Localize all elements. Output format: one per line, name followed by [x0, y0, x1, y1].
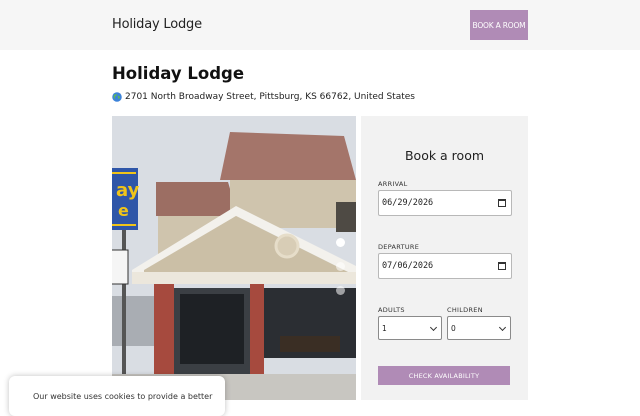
- property-address: 2701 North Broadway Street, Pittsburg, K…: [112, 92, 415, 102]
- svg-text:e: e: [118, 201, 129, 220]
- booking-panel: Book a room ARRIVAL 06/29/2026 DEPARTURE…: [361, 116, 528, 400]
- chevron-down-icon: [498, 323, 507, 332]
- chevron-down-icon: [429, 323, 438, 332]
- arrival-label: ARRIVAL: [378, 180, 408, 188]
- carousel-dot-2[interactable]: [336, 262, 345, 271]
- calendar-icon[interactable]: [498, 199, 506, 207]
- cookie-banner: Our website uses cookies to provide a be…: [9, 376, 225, 416]
- children-value: 0: [451, 323, 456, 333]
- departure-label: DEPARTURE: [378, 243, 420, 251]
- svg-text:ay: ay: [116, 180, 140, 201]
- arrival-date-value: 06/29/2026: [382, 198, 434, 208]
- book-room-button[interactable]: BOOK A ROOM: [470, 10, 528, 40]
- departure-date-input[interactable]: 07/06/2026: [378, 253, 512, 279]
- brand-logo[interactable]: Holiday Lodge: [112, 17, 202, 32]
- carousel-dot-3[interactable]: [336, 286, 345, 295]
- children-label: CHILDREN: [447, 306, 483, 314]
- calendar-icon[interactable]: [498, 262, 506, 270]
- arrival-date-input[interactable]: 06/29/2026: [378, 190, 512, 216]
- page-title: Holiday Lodge: [112, 64, 245, 83]
- top-navbar: Holiday Lodge BOOK A ROOM: [0, 0, 640, 50]
- adults-value: 1: [382, 323, 387, 333]
- children-select[interactable]: 0: [447, 316, 511, 340]
- check-availability-button[interactable]: CHECK AVAILABILITY: [378, 366, 510, 385]
- adults-label: ADULTS: [378, 306, 405, 314]
- booking-title: Book a room: [404, 148, 485, 163]
- hotel-exterior-image: ay e: [112, 116, 356, 400]
- adults-select[interactable]: 1: [378, 316, 442, 340]
- hotel-photo-carousel[interactable]: ay e: [112, 116, 356, 400]
- address-text: 2701 North Broadway Street, Pittsburg, K…: [125, 92, 415, 102]
- departure-date-value: 07/06/2026: [382, 261, 434, 271]
- globe-icon: [112, 92, 122, 102]
- carousel-dot-1[interactable]: [336, 238, 345, 247]
